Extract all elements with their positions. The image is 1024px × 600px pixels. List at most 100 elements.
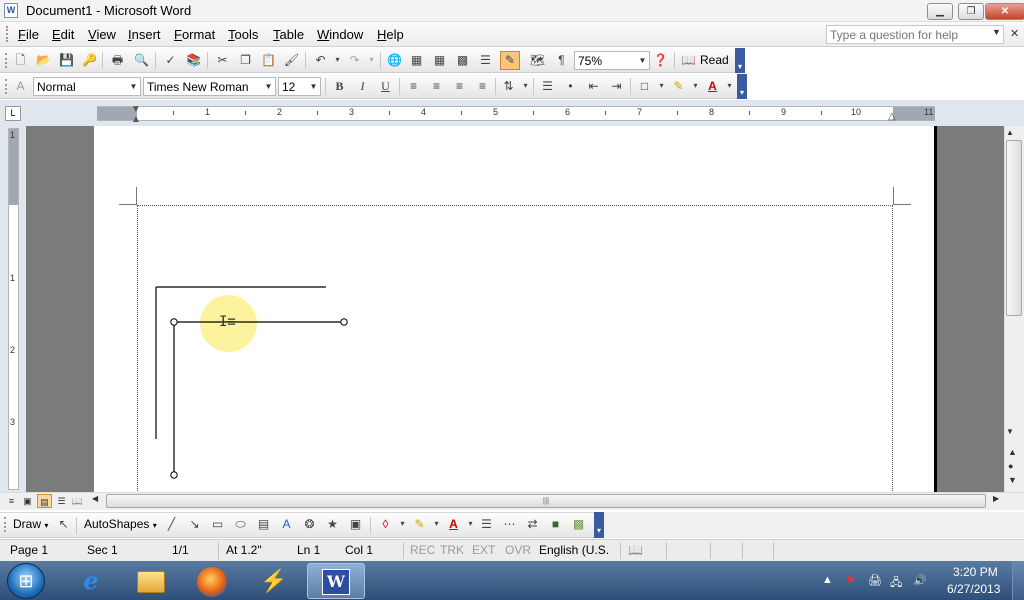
menu-insert[interactable]: Insert xyxy=(128,27,161,42)
toolbar-options-icon[interactable]: ▾ xyxy=(737,74,747,99)
menu-view[interactable]: View xyxy=(88,27,116,42)
text-box-icon[interactable]: ▤ xyxy=(255,516,272,532)
vertical-scroll-thumb[interactable] xyxy=(1006,140,1022,316)
restore-button[interactable]: ❐ xyxy=(958,3,984,20)
line-color-icon[interactable]: ✎ xyxy=(411,516,428,532)
show-hide-icon[interactable]: ¶ xyxy=(553,52,570,68)
line-icon[interactable]: ╱ xyxy=(163,516,180,532)
right-indent-marker[interactable]: △ xyxy=(888,111,896,122)
taskbar-microsoft-word[interactable]: W xyxy=(307,563,365,599)
taskbar-app[interactable]: ⚡ xyxy=(245,563,303,599)
spelling-status-icon[interactable]: 📖 xyxy=(628,543,643,557)
toolbar-options-icon[interactable]: ▾ xyxy=(594,512,604,538)
font-color-dropdown-icon[interactable]: ▾ xyxy=(721,78,738,94)
taskbar-internet-explorer[interactable]: e xyxy=(62,563,120,599)
diagram-icon[interactable]: ❂ xyxy=(301,516,318,532)
web-layout-view-icon[interactable]: ▣ xyxy=(20,494,35,508)
rectangle-icon[interactable]: ▭ xyxy=(209,516,226,532)
read-button[interactable]: Read xyxy=(700,53,729,67)
highlight-dropdown-icon[interactable]: ▾ xyxy=(687,78,704,94)
print-icon[interactable]: 🖶 xyxy=(109,52,126,68)
line-handle[interactable] xyxy=(170,318,178,326)
font-size-select[interactable]: 12 ▼ xyxy=(278,77,321,96)
drawing-icon[interactable]: ✎ xyxy=(500,51,520,70)
zoom-dropdown-icon[interactable]: ▼ xyxy=(637,53,648,68)
redo-icon[interactable]: ↷ xyxy=(346,52,363,68)
next-page-icon[interactable]: ▼ xyxy=(1008,475,1017,485)
research-icon[interactable]: 📚 xyxy=(185,52,202,68)
arrow-style-icon[interactable]: ⇄ xyxy=(524,516,541,532)
fill-color-icon[interactable]: ◊ xyxy=(377,516,394,532)
menu-help[interactable]: Help xyxy=(377,27,404,42)
help-dropdown-arrow-icon[interactable]: ▼ xyxy=(992,27,1001,37)
scroll-right-icon[interactable]: ▶ xyxy=(993,494,999,503)
normal-view-icon[interactable]: ≡ xyxy=(4,494,19,508)
clip-art-icon[interactable]: ★ xyxy=(324,516,341,532)
style-dropdown-icon[interactable]: ▼ xyxy=(128,79,139,94)
start-button[interactable]: ⊞ xyxy=(7,563,45,599)
line-spacing-dropdown-icon[interactable]: ▾ xyxy=(517,78,534,94)
tab-selector-button[interactable]: L xyxy=(5,106,21,121)
redo-dropdown-icon[interactable]: ▾ xyxy=(363,52,380,68)
tray-expand-icon[interactable]: ▲ xyxy=(822,574,833,586)
border-dropdown-icon[interactable]: ▾ xyxy=(653,78,670,94)
tray-volume-icon[interactable]: 🔊 xyxy=(913,574,927,587)
new-document-icon[interactable]: 🗋 xyxy=(12,52,29,68)
line-handle[interactable] xyxy=(170,471,178,479)
line-color-dropdown-icon[interactable]: ▾ xyxy=(428,516,445,532)
open-icon[interactable]: 📂 xyxy=(35,52,52,68)
draw-font-color-icon[interactable]: A xyxy=(445,516,462,532)
decrease-indent-icon[interactable]: ⇤ xyxy=(585,78,602,94)
fill-color-dropdown-icon[interactable]: ▾ xyxy=(394,516,411,532)
toolbar-grip[interactable] xyxy=(5,53,8,68)
wordart-icon[interactable]: A xyxy=(278,516,295,532)
bold-button[interactable]: B xyxy=(331,78,348,94)
columns-icon[interactable]: ☰ xyxy=(477,52,494,68)
font-select[interactable]: Times New Roman ▼ xyxy=(143,77,276,96)
word-document-icon[interactable]: W xyxy=(4,3,18,18)
select-browse-object-icon[interactable]: ● xyxy=(1008,461,1013,471)
previous-page-icon[interactable]: ▲ xyxy=(1008,447,1017,457)
highlight-icon[interactable]: ✎ xyxy=(670,78,687,94)
styles-formatting-icon[interactable]: A xyxy=(12,78,29,94)
italic-button[interactable]: I xyxy=(354,78,371,94)
minimize-button[interactable]: ▁ xyxy=(927,3,953,20)
insert-excel-icon[interactable]: ▩ xyxy=(454,52,471,68)
tray-flag-icon[interactable]: ⚑ xyxy=(846,574,856,587)
record-macro-indicator[interactable]: REC xyxy=(410,543,435,557)
align-right-icon[interactable]: ≡ xyxy=(451,78,468,94)
copy-icon[interactable]: ❐ xyxy=(237,52,254,68)
picture-icon[interactable]: ▣ xyxy=(347,516,364,532)
extend-selection-indicator[interactable]: EXT xyxy=(472,543,495,557)
numbering-icon[interactable]: ☰ xyxy=(539,78,556,94)
undo-icon[interactable]: ↶ xyxy=(312,52,329,68)
menu-format[interactable]: Format xyxy=(174,27,215,42)
select-objects-icon[interactable]: ↖ xyxy=(55,516,72,532)
line-handle[interactable] xyxy=(340,318,348,326)
zoom-select[interactable]: 75% ▼ xyxy=(574,51,650,70)
border-icon[interactable]: □ xyxy=(636,78,653,94)
draw-menu-button[interactable]: Draw ▾ xyxy=(13,517,48,531)
hyperlink-icon[interactable]: 🌐 xyxy=(386,52,403,68)
read-icon[interactable]: 📖 xyxy=(680,52,697,68)
show-desktop-button[interactable] xyxy=(1012,561,1024,600)
menu-grip[interactable] xyxy=(6,26,9,42)
menu-edit[interactable]: Edit xyxy=(52,27,74,42)
scroll-up-icon[interactable]: ▲ xyxy=(1006,128,1014,137)
paste-icon[interactable]: 📋 xyxy=(260,52,277,68)
justify-icon[interactable]: ≡ xyxy=(474,78,491,94)
font-dropdown-icon[interactable]: ▼ xyxy=(263,79,274,94)
3d-style-icon[interactable]: ▩ xyxy=(570,516,587,532)
hanging-indent-marker[interactable]: ▲ xyxy=(131,114,141,125)
draw-font-color-dropdown-icon[interactable]: ▾ xyxy=(462,516,479,532)
tray-device-icon[interactable]: 🖨 xyxy=(868,574,882,587)
close-button[interactable]: ✕ xyxy=(985,3,1024,20)
language-indicator[interactable]: English (U.S. xyxy=(539,543,609,557)
align-center-icon[interactable]: ≡ xyxy=(428,78,445,94)
outline-view-icon[interactable]: ☰ xyxy=(54,494,69,508)
line-spacing-icon[interactable]: ⇅ xyxy=(500,78,517,94)
arrow-icon[interactable]: ↘ xyxy=(186,516,203,532)
help-search-input[interactable]: Type a question for help xyxy=(826,25,1004,44)
bullets-icon[interactable]: • xyxy=(562,78,579,94)
line-style-icon[interactable]: ☰ xyxy=(478,516,495,532)
